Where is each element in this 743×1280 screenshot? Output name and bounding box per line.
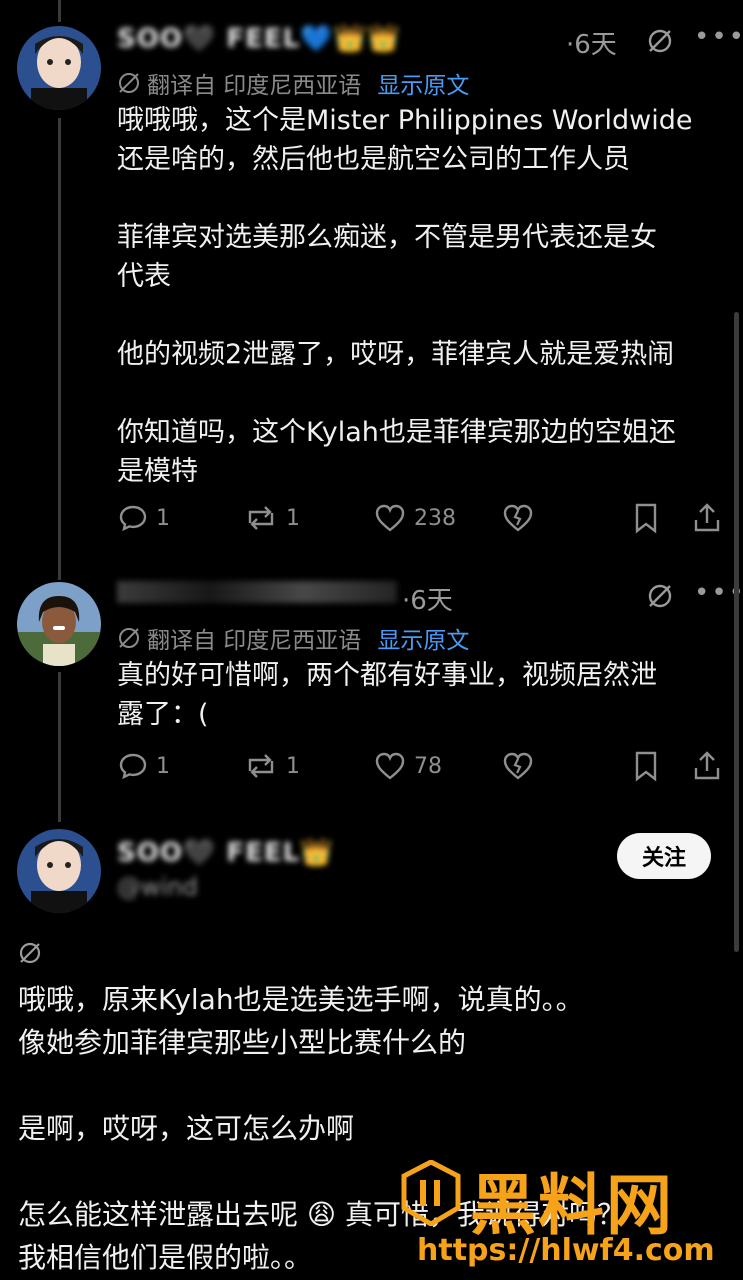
dislike-button[interactable] xyxy=(502,498,534,538)
translate-label: 翻译自 印度尼西亚语 xyxy=(147,73,362,99)
translate-label: 翻译自 印度尼西亚语 xyxy=(147,628,362,654)
show-original-link[interactable]: 显示原文 xyxy=(377,621,469,655)
post-text: 哦哦哦，这个是Mister Philippines Worldwide 还是啥的… xyxy=(117,105,693,487)
post-text: 真的好可惜啊，两个都有好事业，视频居然泄 露了：( xyxy=(117,660,657,730)
thread-line xyxy=(58,0,61,22)
translate-icon xyxy=(119,628,139,648)
follow-button[interactable]: 关注 xyxy=(617,833,711,879)
thread-line xyxy=(58,672,61,822)
translate-icon xyxy=(119,73,139,93)
bookmark-button[interactable] xyxy=(632,498,660,538)
author-name[interactable]: SOO🖤 FEEL👑 xyxy=(117,838,334,868)
reply-icon xyxy=(119,753,147,780)
watermark-logo-icon xyxy=(400,1159,462,1230)
broken-heart-icon xyxy=(503,504,533,532)
share-icon xyxy=(694,751,720,780)
translate-off-icon[interactable] xyxy=(646,582,674,614)
reply-button[interactable]: 1 xyxy=(118,498,170,538)
share-button[interactable] xyxy=(692,746,722,786)
repost-count: 1 xyxy=(286,753,300,779)
author-name[interactable]: SOO🖤 FEEL💙👑👑 xyxy=(117,24,400,54)
reply-count: 1 xyxy=(156,753,170,779)
post-time: ·6天 xyxy=(566,30,617,60)
like-button[interactable]: 238 xyxy=(374,498,456,538)
like-count: 238 xyxy=(414,505,456,531)
like-button[interactable]: 78 xyxy=(374,746,442,786)
reply-count: 1 xyxy=(156,505,170,531)
heart-icon xyxy=(375,504,405,532)
repost-button[interactable]: 1 xyxy=(244,498,300,538)
repost-icon xyxy=(248,506,274,530)
translate-off-icon[interactable] xyxy=(646,27,674,59)
translation-info: 翻译自 印度尼西亚语 显示原文 xyxy=(117,621,469,655)
share-icon xyxy=(694,503,720,532)
bookmark-icon xyxy=(635,503,657,534)
author-name[interactable] xyxy=(117,580,397,610)
bookmark-button[interactable] xyxy=(632,746,660,786)
bookmark-icon xyxy=(635,751,657,782)
translation-info: 翻译自 印度尼西亚语 显示原文 xyxy=(117,66,469,100)
author-handle[interactable]: @wind xyxy=(117,873,198,901)
scrollbar[interactable] xyxy=(734,312,739,952)
reply-button[interactable]: 1 xyxy=(118,746,170,786)
show-original-link[interactable]: 显示原文 xyxy=(377,66,469,100)
avatar[interactable] xyxy=(17,26,101,110)
repost-icon xyxy=(248,754,274,778)
post-actions: 1 1 238 xyxy=(118,498,724,538)
dislike-button[interactable] xyxy=(502,746,534,786)
broken-heart-icon xyxy=(503,752,533,780)
avatar[interactable] xyxy=(17,582,101,666)
reply-icon xyxy=(119,505,147,532)
thread-line xyxy=(58,118,61,580)
repost-button[interactable]: 1 xyxy=(244,746,300,786)
more-options-icon[interactable]: ••• xyxy=(694,22,743,52)
repost-count: 1 xyxy=(286,505,300,531)
avatar[interactable] xyxy=(17,829,101,913)
share-button[interactable] xyxy=(692,498,722,538)
heart-icon xyxy=(375,752,405,780)
post-time: ·6天 xyxy=(402,586,453,616)
watermark-url: https://hlwf4.com xyxy=(417,1233,715,1268)
translate-off-icon[interactable] xyxy=(17,940,43,970)
like-count: 78 xyxy=(414,753,442,779)
post-actions: 1 1 78 xyxy=(118,746,724,786)
